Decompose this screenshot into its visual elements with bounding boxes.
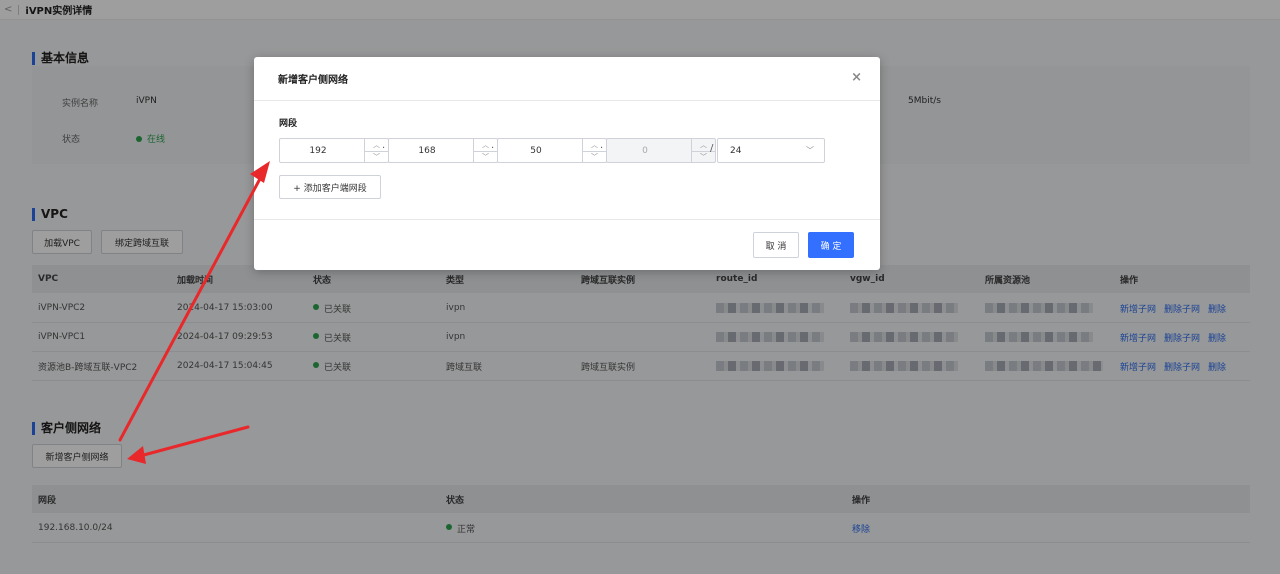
arrowhead-up <box>250 161 270 183</box>
arrow-to-add-button <box>138 425 250 458</box>
arrow-to-segment-field <box>118 173 264 442</box>
arrowhead-left <box>127 446 146 464</box>
annotation-arrows <box>118 161 270 464</box>
